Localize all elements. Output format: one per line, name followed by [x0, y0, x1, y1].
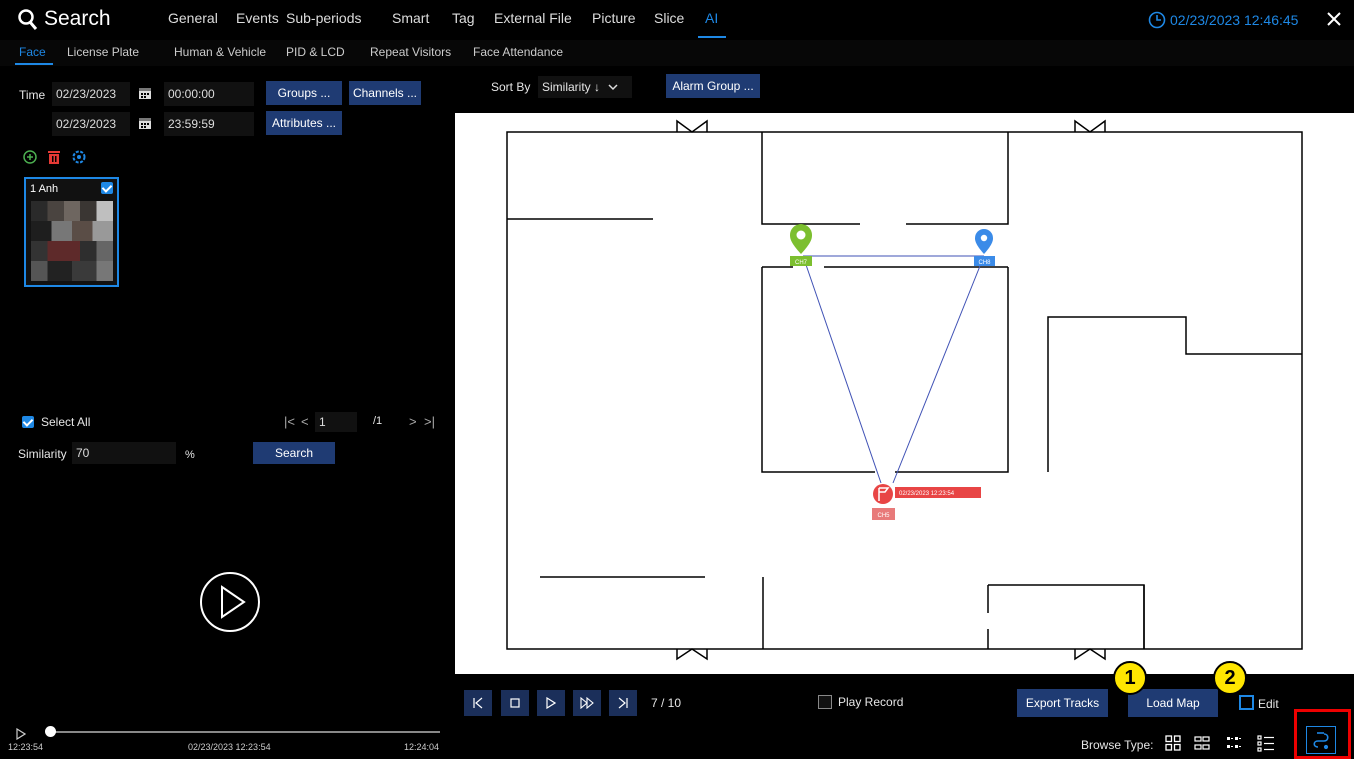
callout-2: 2 [1213, 661, 1247, 695]
tab-events[interactable]: Events [236, 10, 279, 26]
tab-picture[interactable]: Picture [592, 10, 636, 26]
subtab-license-plate[interactable]: License Plate [67, 45, 139, 59]
callout-1: 1 [1113, 661, 1147, 695]
marker-ch7[interactable]: CH7 [790, 224, 812, 266]
alarm-group-button[interactable]: Alarm Group ... [666, 74, 760, 98]
subtab-human-vehicle[interactable]: Human & Vehicle [174, 45, 266, 59]
delete-icon[interactable] [47, 149, 61, 168]
select-all-label: Select All [41, 415, 91, 429]
play-record-checkbox[interactable] [818, 695, 832, 709]
header-bar: Search General Events Sub-periods Smart … [0, 0, 1354, 40]
svg-text:CH5: CH5 [877, 513, 890, 519]
tab-sub-periods[interactable]: Sub-periods [286, 10, 362, 26]
start-time-field[interactable]: 00:00:00 [164, 82, 254, 106]
subtab-face-attendance[interactable]: Face Attendance [473, 45, 563, 59]
active-tab-underline [698, 36, 726, 38]
subtab-underline [15, 63, 53, 65]
search-button[interactable]: Search [253, 442, 335, 464]
timeline-mid: 02/23/2023 12:23:54 [188, 742, 271, 752]
search-icon [18, 9, 38, 34]
similarity-input[interactable]: 70 [72, 442, 176, 464]
first-page-icon[interactable]: |< [284, 414, 295, 429]
highlight-box [1294, 709, 1351, 759]
attributes-button[interactable]: Attributes ... [266, 111, 342, 135]
track-count: 7 / 10 [651, 696, 682, 710]
timeline-start: 12:23:54 [8, 742, 44, 752]
next-page-icon[interactable]: > [409, 414, 417, 429]
go-end-button[interactable] [609, 690, 637, 716]
tab-external-file[interactable]: External File [494, 10, 572, 26]
svg-text:CH7: CH7 [795, 260, 808, 266]
face-card-label: 1 Anh [30, 183, 59, 195]
settings-icon[interactable] [72, 150, 86, 167]
end-time-field[interactable]: 23:59:59 [164, 112, 254, 136]
calendar-icon[interactable] [138, 86, 152, 103]
go-start-button[interactable] [464, 690, 492, 716]
time-label: Time [19, 88, 46, 102]
page-total: /1 [373, 415, 383, 427]
marker-ch5[interactable]: 02/23/2023 12:23:54 CH5 [872, 484, 981, 520]
page-input[interactable]: 1 [315, 412, 357, 432]
tab-general[interactable]: General [168, 10, 218, 26]
last-page-icon[interactable]: >| [424, 414, 435, 429]
prev-page-icon[interactable]: < [301, 414, 309, 429]
sort-by-label: Sort By [491, 80, 531, 94]
tab-smart[interactable]: Smart [392, 10, 429, 26]
percent-label: % [185, 449, 195, 461]
edit-label: Edit [1258, 697, 1279, 711]
timeline-track[interactable] [50, 731, 440, 733]
grid-small-icon[interactable] [1194, 735, 1210, 754]
grid-2x2-icon[interactable] [1165, 735, 1181, 754]
current-datetime: 02/23/2023 12:46:45 [1170, 12, 1299, 28]
marker-ch8[interactable]: CH8 [974, 229, 995, 266]
subtab-pid-lcd[interactable]: PID & LCD [286, 45, 345, 59]
edit-checkbox[interactable] [1239, 695, 1254, 710]
sort-select[interactable]: Similarity ↓ [538, 76, 632, 98]
play-circle-icon[interactable] [199, 571, 261, 636]
chevron-down-icon [608, 80, 618, 94]
clock-icon [1148, 11, 1166, 32]
close-icon[interactable] [1326, 9, 1342, 32]
calendar-icon[interactable] [138, 116, 152, 133]
subtab-repeat-visitors[interactable]: Repeat Visitors [370, 45, 451, 59]
face-thumbnail [31, 201, 113, 281]
subtab-face[interactable]: Face [19, 45, 46, 59]
detail-grid-icon[interactable] [1226, 735, 1242, 754]
browse-type-label: Browse Type: [1081, 738, 1154, 752]
floor-map[interactable]: CH7 CH8 02/23/2023 12:23:54 CH5 [455, 113, 1354, 674]
end-date-field[interactable]: 02/23/2023 [52, 112, 130, 136]
play-record-label: Play Record [838, 695, 904, 709]
tab-slice[interactable]: Slice [654, 10, 684, 26]
stop-button[interactable] [501, 690, 529, 716]
svg-text:02/23/2023 12:23:54: 02/23/2023 12:23:54 [899, 491, 955, 497]
tab-tag[interactable]: Tag [452, 10, 475, 26]
start-date-field[interactable]: 02/23/2023 [52, 82, 130, 106]
face-card[interactable]: 1 Anh [24, 177, 119, 287]
floor-plan-drawing: CH7 CH8 02/23/2023 12:23:54 CH5 [506, 119, 1303, 661]
export-tracks-button[interactable]: Export Tracks [1017, 689, 1108, 717]
list-view-icon[interactable] [1257, 734, 1275, 755]
select-all-checkbox[interactable] [22, 416, 34, 428]
play-button[interactable] [537, 690, 565, 716]
tab-ai[interactable]: AI [705, 10, 718, 26]
page-title: Search [44, 7, 111, 30]
fast-forward-button[interactable] [573, 690, 601, 716]
channels-button[interactable]: Channels ... [349, 81, 421, 105]
load-map-button[interactable]: Load Map [1128, 689, 1218, 717]
svg-text:CH8: CH8 [978, 260, 991, 266]
similarity-label: Similarity [18, 447, 67, 461]
add-icon[interactable] [23, 150, 37, 167]
timeline-play-icon[interactable] [16, 727, 27, 743]
timeline-knob[interactable] [45, 726, 56, 737]
sort-select-value: Similarity ↓ [542, 80, 601, 94]
groups-button[interactable]: Groups ... [266, 81, 342, 105]
face-card-checkbox[interactable] [101, 182, 113, 194]
timeline-end: 12:24:04 [404, 742, 440, 752]
